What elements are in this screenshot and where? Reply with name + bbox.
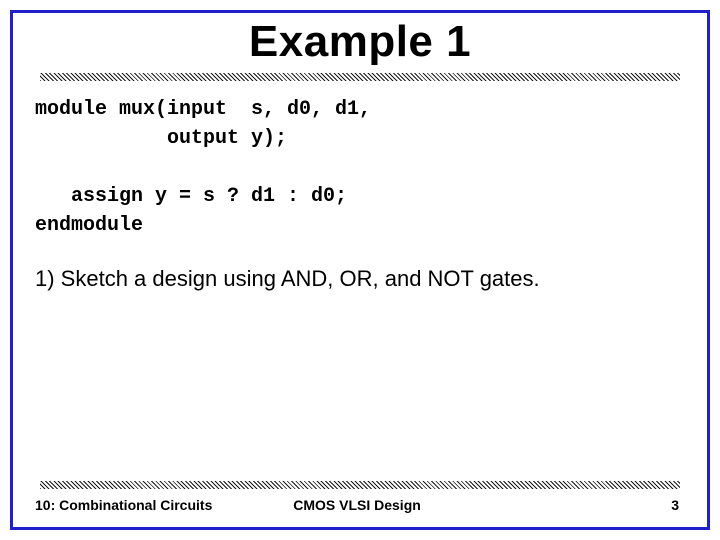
slide-container: Example 1 module mux(input s, d0, d1, ou…: [0, 0, 720, 540]
footer-right: 3: [464, 497, 685, 513]
code-line: output y);: [35, 127, 287, 150]
footer-left: 10: Combinational Circuits: [35, 497, 250, 513]
code-line: module mux(input s, d0, d1,: [35, 98, 371, 121]
code-block: module mux(input s, d0, d1, output y); a…: [35, 95, 685, 240]
title-divider: [40, 73, 680, 81]
code-line: endmodule: [35, 214, 143, 237]
slide-content: module mux(input s, d0, d1, output y); a…: [13, 81, 707, 292]
footer-center: CMOS VLSI Design: [250, 497, 465, 513]
footer-divider: [40, 481, 680, 489]
footer-row: 10: Combinational Circuits CMOS VLSI Des…: [35, 497, 685, 513]
slide-footer: 10: Combinational Circuits CMOS VLSI Des…: [13, 481, 707, 513]
slide-title: Example 1: [13, 17, 707, 67]
question-text: 1) Sketch a design using AND, OR, and NO…: [35, 266, 685, 292]
slide: Example 1 module mux(input s, d0, d1, ou…: [10, 10, 710, 530]
code-line: assign y = s ? d1 : d0;: [35, 185, 347, 208]
